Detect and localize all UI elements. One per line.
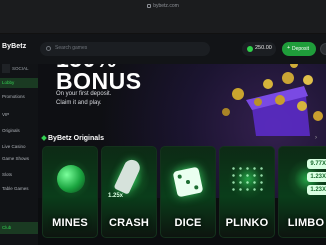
- search-input[interactable]: Search games: [40, 42, 210, 56]
- sidebar: SOCIAL Lobby Promotions VIP Originals Li…: [0, 64, 38, 245]
- balance-amount: 250.00: [255, 45, 272, 51]
- main-content: 150% BONUS On your first deposit. Claim …: [38, 64, 326, 245]
- promo-coin: [254, 98, 262, 106]
- promo-subtitle-2: Claim it and play.: [56, 100, 102, 106]
- game-card-limbo[interactable]: 9.77X 1.23X 1.23X LIMBO: [278, 146, 326, 238]
- sidebar-item-vip[interactable]: VIP: [0, 110, 38, 120]
- sidebar-item-lobby[interactable]: Lobby: [0, 78, 38, 88]
- diamond-icon: [41, 135, 47, 141]
- promo-coin: [297, 101, 307, 111]
- avatar[interactable]: [320, 43, 326, 55]
- coin-icon: [247, 46, 253, 52]
- game-card-mines[interactable]: MINES: [42, 146, 98, 238]
- game-title: PLINKO: [225, 217, 269, 229]
- sidebar-item-game-shows[interactable]: Game Shows: [0, 154, 38, 164]
- top-navigation: ByBetz Search games 250.00 + Deposit: [0, 34, 326, 64]
- sidebar-item-table-games[interactable]: Table Games: [0, 184, 38, 194]
- promo-subtitle-1: On your first deposit.: [56, 91, 112, 97]
- sidebar-club-button[interactable]: Club: [0, 222, 38, 234]
- lock-icon: [147, 3, 152, 8]
- brand-logo[interactable]: ByBetz: [2, 43, 26, 50]
- section-title-text: ByBetz Originals: [48, 135, 105, 142]
- promo-coin: [222, 108, 230, 116]
- limbo-multiplier: 9.77X: [307, 159, 326, 169]
- section-title: ByBetz Originals: [41, 135, 105, 142]
- crash-multiplier: 1.25x: [108, 193, 124, 199]
- deposit-button[interactable]: + Deposit: [282, 42, 316, 56]
- game-card-crash[interactable]: 1.25x CRASH: [101, 146, 157, 238]
- section-more-arrow[interactable]: ›: [315, 135, 317, 141]
- deposit-label: Deposit: [292, 45, 309, 52]
- promo-coin: [232, 88, 244, 100]
- game-card-dice[interactable]: DICE: [160, 146, 216, 238]
- mine-icon: [57, 165, 85, 193]
- game-title: LIMBO: [287, 217, 325, 229]
- tab-casino[interactable]: [2, 64, 10, 73]
- game-card-plinko[interactable]: PLINKO: [219, 146, 275, 238]
- promo-coin: [303, 75, 313, 85]
- game-title: MINES: [52, 217, 88, 229]
- dice-icon: [172, 166, 204, 198]
- plinko-pegs-icon: [230, 165, 266, 195]
- dice-pip: [177, 174, 183, 179]
- search-placeholder: Search games: [55, 45, 88, 51]
- dice-pip: [185, 179, 191, 185]
- game-title: CRASH: [108, 217, 150, 229]
- sidebar-item-originals[interactable]: Originals: [0, 126, 38, 136]
- url-text: bybetz.com: [153, 3, 179, 9]
- balance-display[interactable]: 250.00: [242, 42, 276, 56]
- sidebar-item-slots[interactable]: Slots: [0, 170, 38, 180]
- browser-toolbar: bybetz.com: [0, 0, 326, 34]
- dice-pip: [193, 185, 199, 190]
- promo-coin: [263, 79, 273, 89]
- url-bar[interactable]: bybetz.com: [138, 2, 188, 10]
- game-title: DICE: [174, 217, 202, 229]
- sidebar-item-promotions[interactable]: Promotions: [0, 92, 38, 102]
- promo-coin: [275, 95, 285, 105]
- promo-coin: [290, 64, 298, 68]
- sidebar-tabs: SOCIAL: [0, 64, 38, 74]
- promo-coin: [313, 111, 323, 121]
- sidebar-item-live-casino[interactable]: Live Casino: [0, 142, 38, 152]
- promo-coin: [282, 72, 294, 84]
- plus-icon: +: [287, 45, 291, 51]
- limbo-multiplier: 1.23X: [307, 185, 326, 195]
- promo-artwork: [222, 64, 323, 136]
- tab-social[interactable]: SOCIAL: [12, 64, 29, 73]
- search-icon: [46, 46, 51, 51]
- limbo-multiplier: 1.23X: [307, 172, 326, 182]
